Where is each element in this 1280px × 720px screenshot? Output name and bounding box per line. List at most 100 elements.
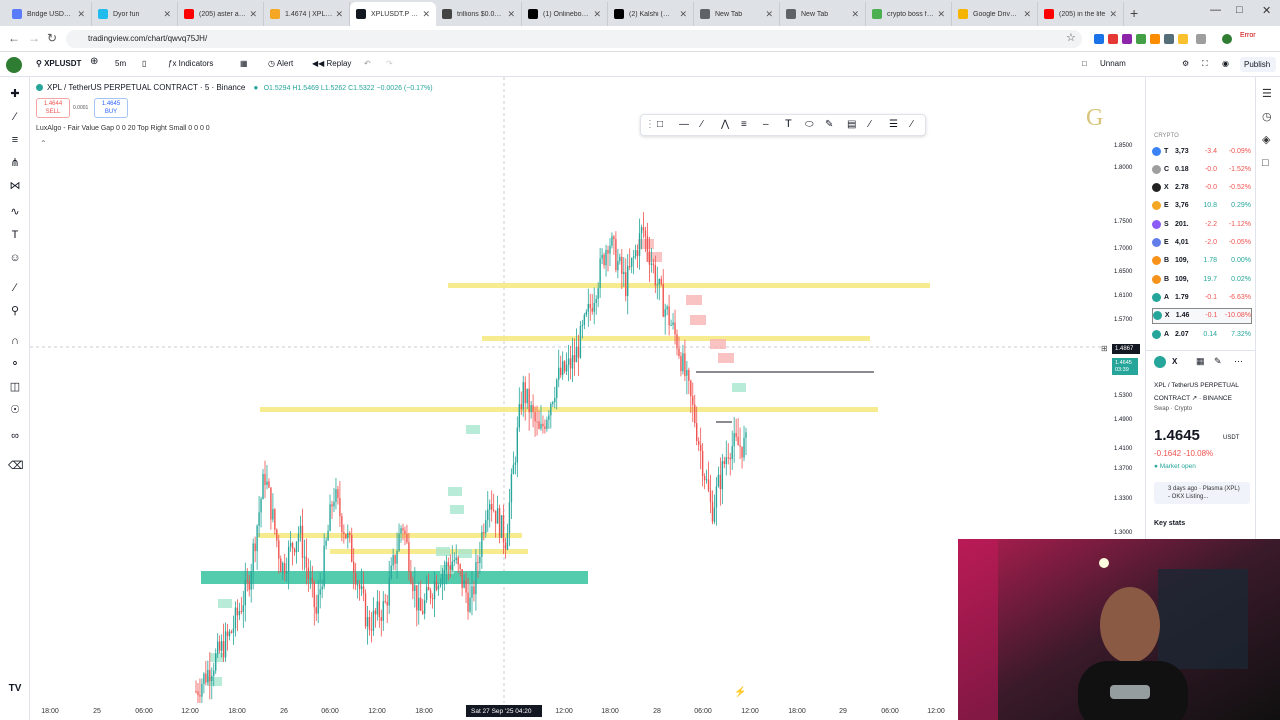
magnet-icon[interactable]: ∩ [8, 334, 22, 348]
browser-tab[interactable]: trillions $0.0327 ✕ [436, 2, 522, 26]
tab-close-icon[interactable]: ✕ [249, 9, 257, 20]
ray-icon[interactable]: — [679, 119, 689, 130]
tab-close-icon[interactable]: ✕ [335, 9, 343, 20]
browser-tab[interactable]: Bridge USDC, U:✕ [6, 2, 92, 26]
extension-icon[interactable] [1108, 34, 1118, 44]
interval-button[interactable]: 5m [115, 59, 126, 68]
redo-icon[interactable]: ↷ [386, 59, 393, 68]
watchlist-row[interactable]: B 109, 19.7 0.02% [1152, 271, 1252, 287]
compare-add-icon[interactable]: ⊕ [90, 56, 98, 67]
collapse-legend-icon[interactable]: ⌃ [40, 139, 47, 148]
watchlist-row[interactable]: A 1.79 -0.1 -6.63% [1152, 289, 1252, 305]
tab-close-icon[interactable]: ✕ [507, 9, 515, 20]
watchlist-row[interactable]: T 3,73 -3.4 -0.09% [1152, 143, 1252, 159]
fib-icon[interactable]: ≡ [741, 119, 747, 130]
tab-close-icon[interactable]: ✕ [422, 9, 430, 20]
minimize-icon[interactable]: — [1210, 4, 1221, 16]
bookmark-star-icon[interactable]: ☆ [1066, 31, 1076, 44]
tab-close-icon[interactable]: ✕ [765, 9, 773, 20]
chat-icon[interactable]: □ [1262, 157, 1269, 169]
extensions-puzzle-icon[interactable] [1196, 34, 1206, 44]
watchlist-row[interactable]: S 201. -2.2 -1.12% [1152, 216, 1252, 232]
browser-tab[interactable]: New Tab ✕ [780, 2, 866, 26]
tab-close-icon[interactable]: ✕ [679, 9, 687, 20]
ellipse-icon[interactable]: ⬭ [805, 119, 814, 130]
watchlist-row[interactable]: C 0.18 -0.0 -1.52% [1152, 161, 1252, 177]
lock-drawings-icon[interactable]: ⚬ [8, 357, 22, 371]
channel-icon[interactable]: ▤ [847, 119, 856, 130]
browser-tab[interactable]: Google Drive - \ ✕ [952, 2, 1038, 26]
tab-close-icon[interactable]: ✕ [1023, 9, 1031, 20]
templates-icon[interactable]: ▦ [240, 59, 248, 68]
text-tool-icon[interactable]: T [8, 228, 22, 242]
trash-icon[interactable]: ⌫ [8, 459, 24, 473]
tab-close-icon[interactable]: ✕ [1109, 9, 1117, 20]
horizontal-lines-icon[interactable]: ≡ [8, 133, 22, 147]
pitchfork-icon[interactable]: ⋔ [8, 156, 22, 170]
watchlist-row[interactable]: E 3,76 10.8 0.29% [1152, 198, 1252, 214]
link-icon[interactable]: ∞ [8, 429, 22, 443]
brush-icon[interactable]: ∕ [869, 119, 871, 130]
text-icon[interactable]: T [785, 118, 792, 130]
path-icon[interactable]: ⋀ [721, 119, 729, 130]
extension-icon[interactable] [1094, 34, 1104, 44]
eraser-icon[interactable]: ∕ [911, 119, 913, 130]
ruler-icon[interactable]: ∕ [8, 281, 22, 295]
fullscreen-icon[interactable]: ⛶ [1202, 59, 1208, 69]
tab-close-icon[interactable]: ✕ [593, 9, 601, 20]
select-rect-icon[interactable]: □ [657, 119, 663, 130]
extension-icon[interactable] [1150, 34, 1160, 44]
lock-icon[interactable]: ◫ [8, 380, 22, 394]
symbol-search-button[interactable]: ⚲ XPLUSDT [36, 59, 81, 68]
publish-button[interactable]: Publish [1240, 57, 1276, 72]
highlighter-icon[interactable]: ✎ [825, 119, 833, 130]
layout-icon[interactable]: □ [1082, 59, 1087, 68]
news-item[interactable]: 3 days ago · Plasma (XPL) - OKX Listing.… [1154, 482, 1250, 504]
watchlist-row[interactable]: E 4,01 -2.0 -0.05% [1152, 235, 1252, 251]
more-icon[interactable]: ⋯ [1234, 356, 1243, 367]
watchlist-row[interactable]: X 2.78 -0.0 -0.52% [1152, 180, 1252, 196]
user-avatar[interactable] [6, 57, 22, 73]
extension-icon[interactable] [1136, 34, 1146, 44]
camera-icon[interactable]: ◉ [1222, 59, 1229, 68]
maximize-icon[interactable]: □ [1236, 4, 1243, 16]
edit-icon[interactable]: ✎ [1214, 356, 1222, 367]
alerts-clock-icon[interactable]: ◷ [1262, 110, 1272, 123]
back-icon[interactable]: ← [8, 31, 20, 45]
watchlist-row[interactable]: B 109, 1.78 0.00% [1152, 253, 1252, 269]
forward-icon[interactable]: → [28, 31, 40, 45]
layout-name[interactable]: Unnam [1100, 59, 1126, 68]
lines-icon[interactable]: ☰ [889, 119, 898, 130]
sell-button[interactable]: 1.4644 SELL [36, 98, 70, 118]
browser-tab[interactable]: (1) Onlineboss | ✕ [522, 2, 608, 26]
browser-tab[interactable]: (205) in the life ✕ [1038, 2, 1124, 26]
trend-line-icon[interactable]: ∕ [8, 110, 22, 124]
eye-icon[interactable]: ☉ [8, 403, 22, 417]
error-badge[interactable]: Error [1240, 32, 1256, 39]
candle-style-icon[interactable]: ▯ [142, 59, 146, 68]
browser-tab[interactable]: (205) aster aird: ✕ [178, 2, 264, 26]
crosshair-icon[interactable]: ✚ [8, 87, 22, 101]
tab-close-icon[interactable]: ✕ [77, 9, 85, 20]
close-window-icon[interactable]: ✕ [1262, 4, 1271, 17]
drag-handle-icon[interactable]: ⋮ [645, 119, 655, 130]
pattern-icon[interactable]: ⋈ [8, 179, 22, 193]
settings-gear-icon[interactable]: ⚙ [1182, 59, 1189, 68]
watchlist-row[interactable]: A 2.07 0.14 7.32% [1152, 326, 1252, 342]
url-input[interactable]: tradingview.com/chart/qwvq75JH/ [66, 30, 1082, 48]
reload-icon[interactable]: ↻ [47, 31, 57, 45]
flash-icon[interactable]: ⚡ [734, 687, 746, 698]
extension-icon[interactable] [1122, 34, 1132, 44]
new-tab-icon[interactable]: + [1130, 5, 1138, 21]
tab-close-icon[interactable]: ✕ [851, 9, 859, 20]
extension-icon[interactable] [1178, 34, 1188, 44]
tab-close-icon[interactable]: ✕ [163, 9, 171, 20]
alert-button[interactable]: ◷ Alert [268, 59, 293, 68]
browser-tab[interactable]: (2) Kalshi (@Kal ✕ [608, 2, 694, 26]
indicators-button[interactable]: ƒx Indicators [168, 59, 213, 68]
extension-icon[interactable] [1164, 34, 1174, 44]
browser-tab[interactable]: Dyor fun ✕ [92, 2, 178, 26]
zoom-icon[interactable]: ⚲ [8, 304, 22, 318]
buy-button[interactable]: 1.4645 BUY [94, 98, 128, 118]
watchlist-row[interactable]: X 1.46 -0.1 -10.08% [1152, 307, 1252, 324]
